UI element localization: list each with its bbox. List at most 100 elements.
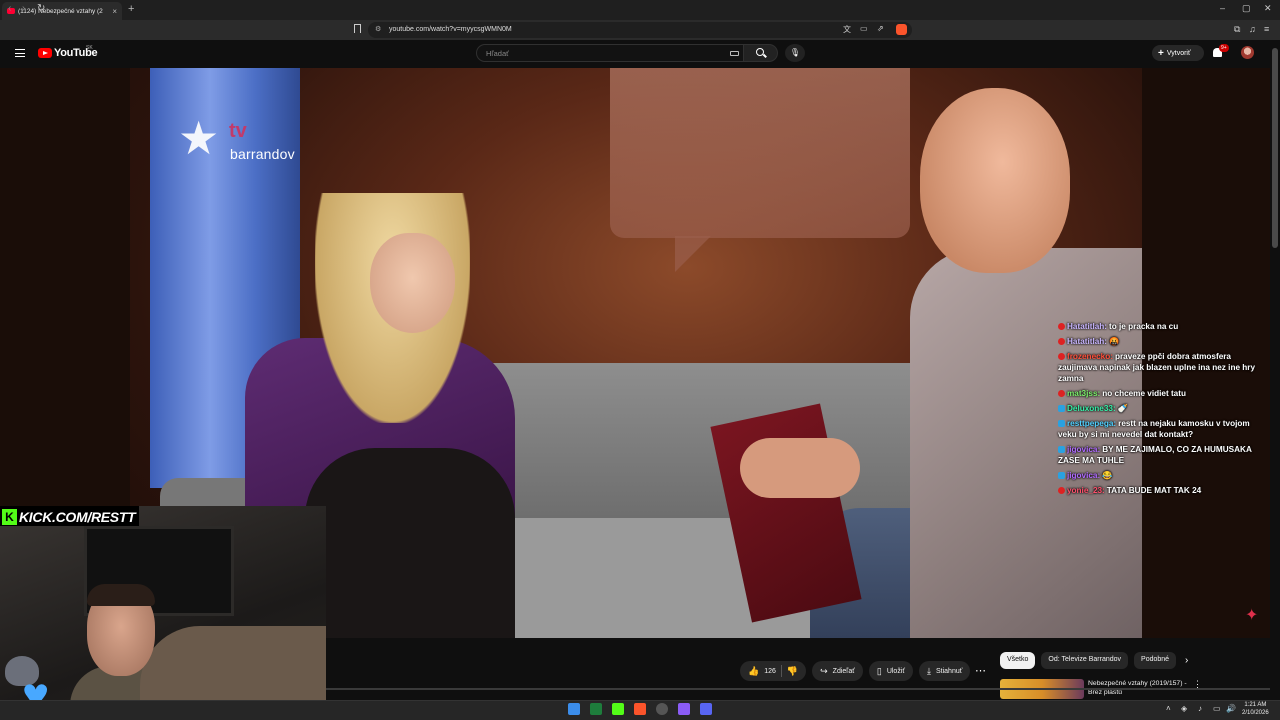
app-icon[interactable] bbox=[678, 703, 690, 715]
volume-icon[interactable]: 🔊 bbox=[1226, 704, 1236, 713]
chat-username: mat3jss: bbox=[1067, 388, 1101, 398]
start-windows-icon[interactable] bbox=[568, 703, 580, 715]
page-divider bbox=[326, 688, 1270, 690]
cast-icon[interactable]: ▭ bbox=[860, 24, 868, 33]
chat-message: yonie_23: TATA BUDE MAT TAK 24 bbox=[1058, 486, 1270, 497]
tray-chevron-icon[interactable]: ˄ bbox=[1166, 704, 1171, 713]
chat-text: 😂 bbox=[1102, 470, 1113, 480]
share-label: Zdieľať bbox=[832, 667, 855, 675]
stream-chat-overlay: Hatatitlah: to je pracka na cu Hatatitlah:… bbox=[1058, 322, 1270, 501]
maximize-button[interactable]: ▢ bbox=[1242, 3, 1251, 14]
search-input[interactable]: Hľadať bbox=[476, 44, 744, 62]
browser-menu-icon[interactable]: ≡ bbox=[1264, 24, 1269, 34]
reload-icon[interactable]: ↻ bbox=[37, 3, 45, 14]
chat-message: mat3jss: no chceme vidiet tatu bbox=[1058, 389, 1270, 400]
discord-app-icon[interactable] bbox=[700, 703, 712, 715]
chevron-right-icon[interactable]: › bbox=[1185, 655, 1188, 666]
translate-icon[interactable]: 文 bbox=[843, 24, 851, 35]
country-code: SK bbox=[86, 45, 93, 51]
site-info-icon[interactable]: ⚙ bbox=[375, 25, 381, 33]
chat-badge-icon bbox=[1058, 445, 1065, 453]
voice-search-button[interactable]: 🎙 bbox=[785, 44, 805, 62]
host-head bbox=[920, 88, 1070, 273]
address-bar[interactable]: ⚙ youtube.com/watch?v=myycsgWMN0M bbox=[368, 22, 912, 38]
download-label: Stiahnuť bbox=[935, 667, 963, 675]
bookmark-icon[interactable] bbox=[354, 24, 361, 33]
brave-shields-icon[interactable] bbox=[896, 24, 907, 35]
chat-text: TATA BUDE MAT TAK 24 bbox=[1106, 485, 1202, 495]
streamer-webcam: ♥ bbox=[0, 506, 326, 720]
chat-message: Hatatitlah: to je pracka na cu bbox=[1058, 322, 1270, 333]
kick-url: KICK.COM/RESTT bbox=[19, 509, 136, 525]
new-tab-button[interactable]: + bbox=[128, 3, 134, 15]
browser-tab[interactable]: (1124) Nebezpečné vztahy (2 × bbox=[2, 2, 122, 20]
system-clock[interactable]: 1:21 AM 2/10/2026 bbox=[1242, 701, 1269, 717]
minimize-button[interactable]: – bbox=[1220, 3, 1225, 13]
account-avatar[interactable] bbox=[1241, 46, 1254, 59]
kick-app-icon[interactable] bbox=[612, 703, 624, 715]
chat-badge-icon bbox=[1058, 323, 1065, 330]
tab-close-icon[interactable]: × bbox=[112, 7, 117, 16]
chat-text: no chceme vidiet tatu bbox=[1102, 388, 1186, 398]
create-button[interactable]: + Vytvoriť bbox=[1152, 45, 1204, 61]
extensions-icon[interactable]: ⧉ bbox=[1234, 24, 1240, 35]
notification-badge: 9+ bbox=[1219, 44, 1229, 52]
chat-username: Hatatitlah: bbox=[1067, 322, 1108, 331]
clock-date: 2/10/2026 bbox=[1242, 710, 1269, 716]
chat-username: yonie_23: bbox=[1067, 485, 1105, 495]
url-text: youtube.com/watch?v=myycsgWMN0M bbox=[389, 26, 512, 33]
more-actions-icon[interactable]: ⋯ bbox=[975, 664, 986, 677]
brave-app-icon[interactable] bbox=[634, 703, 646, 715]
chat-badge-icon bbox=[1058, 471, 1065, 479]
share-icon: ↪ bbox=[820, 665, 828, 676]
search-icon bbox=[756, 48, 764, 56]
network-icon[interactable]: ▭ bbox=[1213, 704, 1221, 713]
chat-message: jigovica: 😂 bbox=[1058, 471, 1270, 482]
keyboard-icon[interactable] bbox=[730, 51, 739, 56]
obs-app-icon[interactable] bbox=[656, 703, 668, 715]
chip-channel[interactable]: Od: Televize Barrandov bbox=[1041, 652, 1129, 669]
share-button[interactable]: ↪ Zdieľať bbox=[812, 661, 863, 681]
save-label: Uložiť bbox=[886, 667, 905, 675]
tray-app-icon[interactable]: ◈ bbox=[1181, 704, 1187, 713]
back-icon[interactable]: ‹ bbox=[8, 3, 11, 14]
thumbs-down-icon[interactable]: 👎 bbox=[787, 666, 798, 677]
media-icon[interactable]: ♫ bbox=[1249, 24, 1256, 34]
search-button[interactable] bbox=[744, 44, 778, 62]
hamburger-menu-icon[interactable] bbox=[15, 49, 25, 57]
chat-message: jigovica: BY ME ZAJIMALO, CO ZA HUMUSAKA … bbox=[1058, 445, 1270, 466]
chat-badge-icon bbox=[1058, 420, 1065, 428]
like-count: 126 bbox=[764, 667, 776, 675]
download-button[interactable]: ⤓ Stiahnuť bbox=[919, 661, 971, 681]
video-actions: 👍 126 👎 ↪ Zdieľať ▯ Uložiť ⤓ Stiahnuť bbox=[740, 661, 971, 681]
guest-legs bbox=[305, 448, 515, 638]
thumbs-up-icon[interactable]: 👍 bbox=[748, 666, 759, 677]
kick-logo-icon: K bbox=[2, 509, 17, 525]
like-dislike-group[interactable]: 👍 126 👎 bbox=[740, 661, 807, 681]
save-button[interactable]: ▯ Uložiť bbox=[868, 661, 913, 681]
chat-text: 🍼 bbox=[1117, 403, 1128, 413]
chip-related[interactable]: Podobné bbox=[1134, 652, 1177, 669]
forward-icon[interactable]: › bbox=[22, 3, 25, 14]
chip-all[interactable]: Všetko bbox=[1000, 652, 1036, 669]
plus-icon: + bbox=[1158, 48, 1164, 59]
recommendation-chips: Všetko Od: Televize Barrandov Podobné bbox=[1000, 652, 1177, 669]
youtube-logo-icon[interactable] bbox=[38, 48, 52, 58]
browser-tab-bar bbox=[0, 0, 1280, 20]
create-label: Vytvoriť bbox=[1166, 50, 1191, 57]
scrollbar-thumb[interactable] bbox=[1272, 48, 1278, 248]
chat-message: frozenecko: praveze ppči dobra atmosfera … bbox=[1058, 352, 1270, 384]
chat-text: to je pracka na cu bbox=[1109, 322, 1179, 331]
streamer-hair bbox=[87, 584, 155, 606]
share-page-icon[interactable]: ⇗ bbox=[877, 24, 884, 33]
download-icon: ⤓ bbox=[927, 665, 931, 676]
mic-tray-icon[interactable]: ♪ bbox=[1198, 704, 1202, 713]
chat-username: resttpepega: bbox=[1067, 419, 1117, 429]
chat-username: jigovica: bbox=[1067, 470, 1101, 480]
studio-speech-bubble bbox=[610, 68, 910, 238]
tv-logo-name: barrandov bbox=[230, 146, 295, 162]
chat-text: 🤬 bbox=[1109, 337, 1120, 347]
xbox-app-icon[interactable] bbox=[590, 703, 602, 715]
close-window-button[interactable]: ✕ bbox=[1264, 3, 1272, 14]
chat-badge-icon bbox=[1058, 404, 1065, 412]
